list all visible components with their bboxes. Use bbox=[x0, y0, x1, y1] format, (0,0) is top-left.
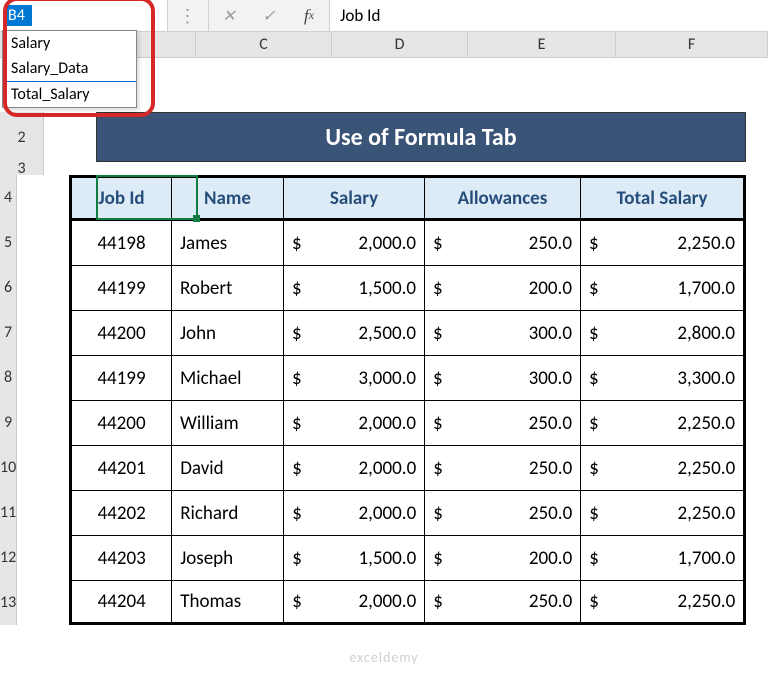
row-header[interactable]: 3 bbox=[0, 162, 44, 175]
formula-bar: Salary Salary_Data Total_Salary ⋮ ✕ ✓ fx bbox=[0, 0, 768, 32]
row-header[interactable]: 9 bbox=[0, 400, 17, 445]
cell-allowances[interactable]: $300.0 bbox=[425, 355, 581, 400]
row-header[interactable]: 10 bbox=[0, 445, 17, 490]
cell-allowances[interactable]: $300.0 bbox=[425, 310, 581, 355]
cell-name[interactable]: Richard bbox=[172, 490, 284, 535]
row-header[interactable]: 4 bbox=[0, 175, 17, 220]
cell-jobid[interactable]: 44201 bbox=[72, 445, 172, 490]
row-header[interactable]: 7 bbox=[0, 310, 17, 355]
cell-name[interactable]: William bbox=[172, 400, 284, 445]
cell-allowances[interactable]: $250.0 bbox=[425, 400, 581, 445]
cell-total[interactable]: $2,800.0 bbox=[581, 310, 743, 355]
column-header[interactable]: F bbox=[616, 32, 768, 57]
cell-salary[interactable]: $2,000.0 bbox=[284, 445, 425, 490]
cell-jobid[interactable]: 44199 bbox=[72, 355, 172, 400]
cell-allowances[interactable]: $200.0 bbox=[425, 265, 581, 310]
cell-name[interactable]: Michael bbox=[172, 355, 284, 400]
cell-name[interactable]: Robert bbox=[172, 265, 284, 310]
cell-salary[interactable]: $2,000.0 bbox=[284, 220, 425, 265]
table-header-salary[interactable]: Salary bbox=[284, 178, 425, 220]
cell-total[interactable]: $2,250.0 bbox=[581, 220, 743, 265]
cell-jobid[interactable]: 44203 bbox=[72, 535, 172, 580]
cell-allowances[interactable]: $250.0 bbox=[425, 490, 581, 535]
row-header[interactable]: 2 bbox=[0, 112, 44, 162]
cell-total[interactable]: $2,250.0 bbox=[581, 445, 743, 490]
cell-salary[interactable]: $2,000.0 bbox=[284, 580, 425, 622]
cell-salary[interactable]: $2,000.0 bbox=[284, 400, 425, 445]
cell-salary[interactable]: $1,500.0 bbox=[284, 265, 425, 310]
column-header[interactable]: E bbox=[468, 32, 616, 57]
cell-allowances[interactable]: $250.0 bbox=[425, 220, 581, 265]
table-header-total[interactable]: Total Salary bbox=[581, 178, 743, 220]
formula-input[interactable] bbox=[329, 0, 768, 31]
column-header[interactable]: D bbox=[332, 32, 468, 57]
cell-total[interactable]: $2,250.0 bbox=[581, 400, 743, 445]
cell-allowances[interactable]: $250.0 bbox=[425, 445, 581, 490]
name-box-input[interactable] bbox=[6, 5, 32, 26]
named-range-item[interactable]: Salary bbox=[3, 31, 136, 56]
cancel-icon[interactable]: ✕ bbox=[209, 0, 249, 31]
column-header[interactable]: C bbox=[196, 32, 332, 57]
sheet-title: Use of Formula Tab bbox=[96, 112, 746, 162]
cell-name[interactable]: John bbox=[172, 310, 284, 355]
table-header-name[interactable]: Name bbox=[172, 178, 284, 220]
table-header-jobid[interactable]: Job Id bbox=[72, 178, 172, 220]
cell-allowances[interactable]: $250.0 bbox=[425, 580, 581, 622]
cell-name[interactable]: Thomas bbox=[172, 580, 284, 622]
name-box-dropdown[interactable]: Salary Salary_Data Total_Salary bbox=[2, 30, 137, 108]
row-header[interactable]: 6 bbox=[0, 265, 17, 310]
row-header[interactable]: 12 bbox=[0, 535, 17, 580]
cell-salary[interactable]: $2,500.0 bbox=[284, 310, 425, 355]
cell-allowances[interactable]: $200.0 bbox=[425, 535, 581, 580]
row-header[interactable]: 8 bbox=[0, 355, 17, 400]
formula-bar-expand-icon[interactable]: ⋮ bbox=[168, 0, 208, 31]
cell-name[interactable]: James bbox=[172, 220, 284, 265]
cell-name[interactable]: Joseph bbox=[172, 535, 284, 580]
watermark: exceldemy bbox=[0, 649, 768, 666]
named-range-item[interactable]: Total_Salary bbox=[3, 82, 136, 107]
table-header-allowances[interactable]: Allowances bbox=[425, 178, 581, 220]
cell-salary[interactable]: $3,000.0 bbox=[284, 355, 425, 400]
row-header[interactable]: 13 bbox=[0, 580, 17, 625]
enter-icon[interactable]: ✓ bbox=[249, 0, 289, 31]
row-header[interactable]: 5 bbox=[0, 220, 17, 265]
cell-jobid[interactable]: 44199 bbox=[72, 265, 172, 310]
cell-jobid[interactable]: 44200 bbox=[72, 400, 172, 445]
cell-salary[interactable]: $1,500.0 bbox=[284, 535, 425, 580]
name-box[interactable]: Salary Salary_Data Total_Salary bbox=[0, 0, 168, 31]
named-range-item[interactable]: Salary_Data bbox=[3, 56, 136, 82]
cell-total[interactable]: $2,250.0 bbox=[581, 490, 743, 535]
cell-total[interactable]: $2,250.0 bbox=[581, 580, 743, 622]
cell-jobid[interactable]: 44198 bbox=[72, 220, 172, 265]
cell-jobid[interactable]: 44200 bbox=[72, 310, 172, 355]
fx-icon[interactable]: fx bbox=[289, 0, 329, 31]
cell-salary[interactable]: $2,000.0 bbox=[284, 490, 425, 535]
cell-total[interactable]: $3,300.0 bbox=[581, 355, 743, 400]
cell-total[interactable]: $1,700.0 bbox=[581, 535, 743, 580]
cell-jobid[interactable]: 44202 bbox=[72, 490, 172, 535]
row-header[interactable]: 11 bbox=[0, 490, 17, 535]
spreadsheet-grid: 2 Use of Formula Tab 3 4 Job Id Name Sal… bbox=[0, 58, 768, 625]
cell-total[interactable]: $1,700.0 bbox=[581, 265, 743, 310]
cell-name[interactable]: David bbox=[172, 445, 284, 490]
cell-jobid[interactable]: 44204 bbox=[72, 580, 172, 622]
